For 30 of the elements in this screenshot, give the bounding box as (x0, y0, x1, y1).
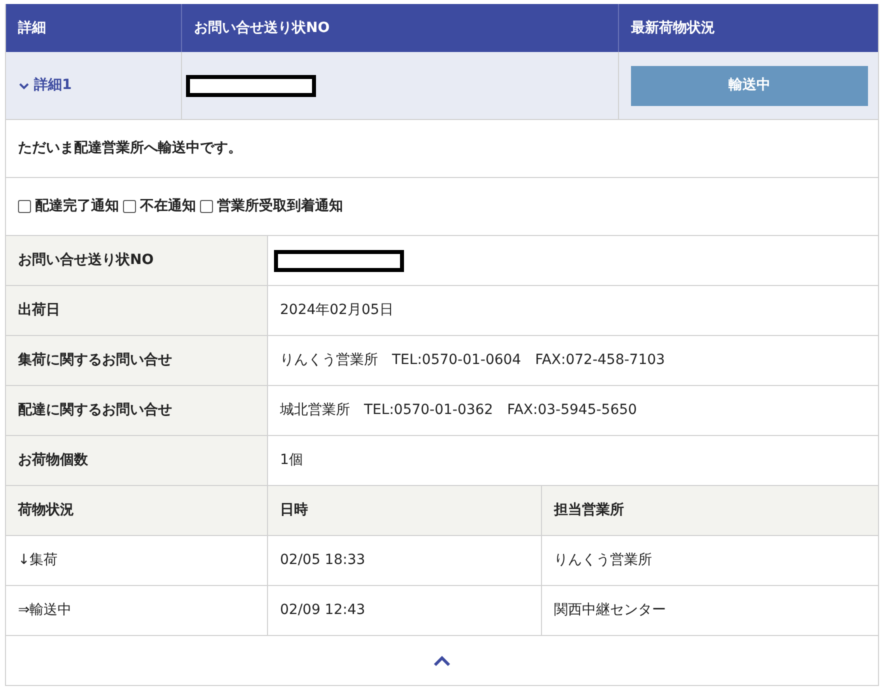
detail-label: 出荷日 (18, 301, 60, 320)
column-header: 詳細 (18, 18, 46, 38)
detail-label: 配達に関するお問い合せ (18, 401, 172, 420)
notification-checkbox[interactable]: 配達完了通知 (18, 196, 119, 217)
table-cell-text: 02/09 12:43 (280, 601, 366, 620)
detail-label: お問い合せ送り状NO (18, 251, 154, 270)
column-header: 荷物状況 (18, 501, 74, 520)
table-cell-text: 関西中継センター (554, 601, 666, 620)
table-cell-text: 02/05 18:33 (280, 551, 366, 570)
table-cell-text: りんくう営業所 (554, 551, 652, 570)
checkbox-icon (200, 200, 213, 213)
detail-value: 2024年02月05日 (279, 301, 394, 320)
table-cell-text: ↓集荷 (18, 551, 58, 570)
checkbox-icon (18, 200, 31, 213)
chevron-up-icon (433, 654, 451, 666)
table-cell-text: ⇒輸送中 (18, 601, 72, 620)
column-header: お問い合せ送り状NO (194, 18, 330, 38)
detail-label: お荷物個数 (18, 451, 88, 470)
detail-value: 城北営業所 TEL:0570-01-0362 FAX:03-5945-5650 (279, 401, 638, 420)
notification-checkbox[interactable]: 不在通知 (123, 196, 196, 217)
status-message: ただいま配達営業所へ輸送中です。 (18, 139, 242, 158)
notification-checkbox[interactable]: 営業所受取到着通知 (200, 196, 343, 217)
column-header: 最新荷物状況 (631, 18, 715, 38)
checkbox-icon (123, 200, 136, 213)
detail-label: 集荷に関するお問い合せ (18, 351, 172, 370)
details-toggle[interactable]: 詳細1 (18, 75, 72, 96)
detail-value: 1個 (279, 451, 304, 470)
detail-value: りんくう営業所 TEL:0570-01-0604 FAX:072-458-7103 (279, 351, 666, 370)
column-header: 日時 (280, 501, 308, 520)
column-header: 担当営業所 (554, 501, 624, 520)
